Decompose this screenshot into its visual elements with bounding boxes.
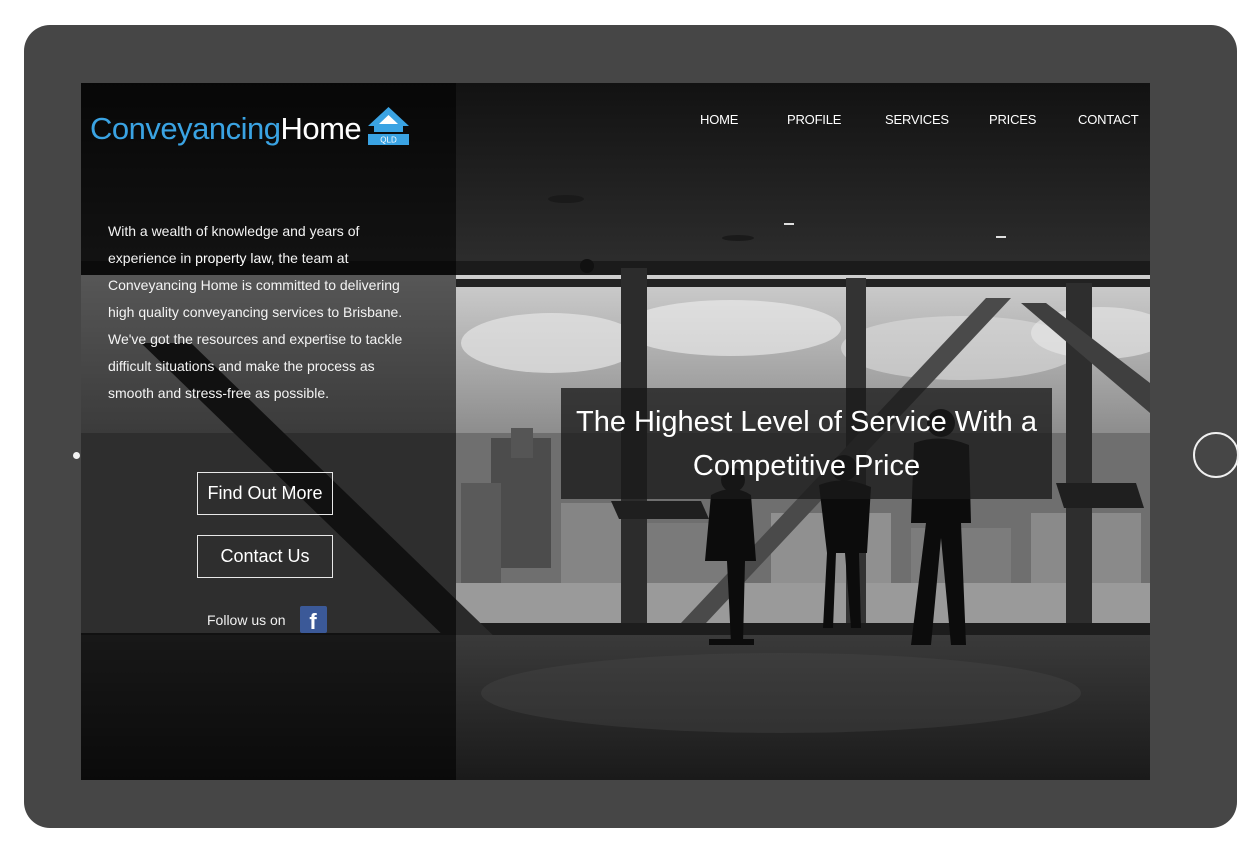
nav-home[interactable]: HOME <box>700 112 738 127</box>
camera-dot <box>73 452 80 459</box>
facebook-icon[interactable]: f <box>299 606 327 633</box>
brand-name-part1: Conveyancing <box>90 111 281 146</box>
brand-badge: QLD <box>380 136 397 145</box>
social-follow: Follow us on f <box>207 606 327 633</box>
home-button[interactable] <box>1193 432 1239 478</box>
brand-name-part2: Home <box>280 111 362 146</box>
house-icon: QLD <box>368 107 410 145</box>
nav-services[interactable]: SERVICES <box>885 112 949 127</box>
contact-us-button[interactable]: Contact Us <box>197 535 333 578</box>
nav-contact[interactable]: CONTACT <box>1078 112 1139 127</box>
website-screen: Conveyancing Home QLD With a wealth of k… <box>81 83 1150 780</box>
nav-prices[interactable]: PRICES <box>989 112 1036 127</box>
follow-label: Follow us on <box>207 611 286 628</box>
intro-paragraph: With a wealth of knowledge and years of … <box>108 218 408 407</box>
intro-text-after: , the team at Conveyancing Home is commi… <box>108 250 403 401</box>
intro-highlight: property law <box>195 250 271 266</box>
intro-panel: Conveyancing Home QLD With a wealth of k… <box>81 83 456 780</box>
hero-banner: The Highest Level of Service With a Comp… <box>561 388 1052 499</box>
hero-headline: The Highest Level of Service With a Comp… <box>576 405 1037 482</box>
find-out-more-button[interactable]: Find Out More <box>197 472 333 515</box>
brand-logo[interactable]: Conveyancing Home QLD <box>90 103 410 151</box>
nav-profile[interactable]: PROFILE <box>787 112 841 127</box>
